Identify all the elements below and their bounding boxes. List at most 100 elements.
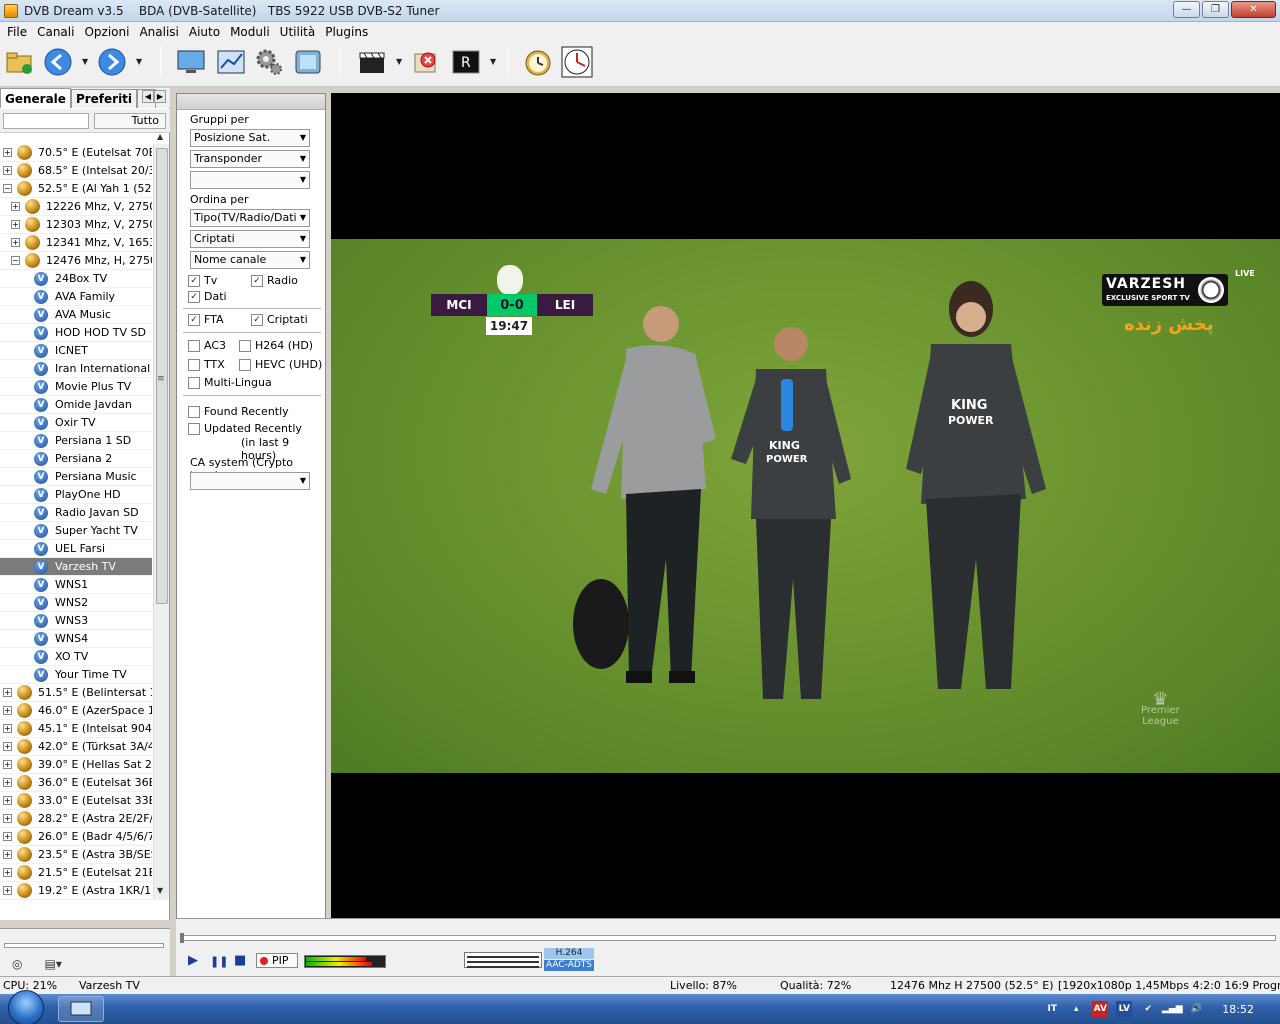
back-dropdown-icon[interactable]: ▼ xyxy=(82,57,88,66)
expand-toggle-icon[interactable]: + xyxy=(3,742,12,751)
channel-item[interactable]: V HOD HOD TV SD xyxy=(0,324,152,342)
expand-toggle-icon[interactable]: + xyxy=(11,238,20,247)
video-display[interactable]: MCI 0-0 LEI 19:47 VARZESH EXCLUSIVE SPOR… xyxy=(331,93,1280,918)
channel-item[interactable]: V Iran International xyxy=(0,360,152,378)
menu-utilita[interactable]: Utilità xyxy=(275,25,321,39)
expand-toggle-icon[interactable]: + xyxy=(11,220,20,229)
minimize-button[interactable]: — xyxy=(1173,1,1200,18)
satellite-item[interactable]: +42.0° E (Türksat 3A/4A ( xyxy=(0,738,152,756)
volume-icon[interactable]: 🔊 xyxy=(1188,1001,1204,1017)
expand-toggle-icon[interactable]: − xyxy=(3,184,12,193)
clapper-dropdown-icon[interactable]: ▼ xyxy=(396,57,402,66)
channel-item[interactable]: V Your Time TV xyxy=(0,666,152,684)
menu-moduli[interactable]: Moduli xyxy=(225,25,275,39)
channel-item[interactable]: V WNS4 xyxy=(0,630,152,648)
seek-bar[interactable] xyxy=(180,935,1276,941)
channel-item[interactable]: V Omide Javdan xyxy=(0,396,152,414)
back-icon[interactable] xyxy=(42,46,74,78)
found-recently-checkbox[interactable]: Found Recently xyxy=(188,405,289,418)
channel-search-input[interactable] xyxy=(3,113,89,129)
scroll-up-icon[interactable]: ▲ xyxy=(157,132,163,141)
channel-item[interactable]: V Varzesh TV xyxy=(0,558,152,576)
ca-system-select[interactable]: ▼ xyxy=(190,472,310,490)
satellite-item[interactable]: − 52.5° E (Al Yah 1 (52.5E xyxy=(0,180,152,198)
expand-toggle-icon[interactable]: + xyxy=(3,706,12,715)
record-r-icon[interactable]: R xyxy=(450,46,482,78)
satellite-item[interactable]: +23.5° E (Astra 3B/SES 1 xyxy=(0,846,152,864)
expand-toggle-icon[interactable]: + xyxy=(3,148,12,157)
tree-scrollbar[interactable]: ▲ ≡ ▼ xyxy=(153,132,169,900)
satellite-item[interactable]: +46.0° E (AzerSpace 1/A xyxy=(0,702,152,720)
channel-item[interactable]: V Persiana 1 SD xyxy=(0,432,152,450)
layout-dropdown-icon[interactable]: ▤▾ xyxy=(44,957,61,971)
transponder-item[interactable]: +12226 Mhz, V, 27500 xyxy=(0,198,152,216)
expand-toggle-icon[interactable]: + xyxy=(3,868,12,877)
dati-checkbox[interactable]: ✓ Dati xyxy=(188,290,227,303)
settings-gear-icon[interactable] xyxy=(253,46,285,78)
expand-toggle-icon[interactable]: + xyxy=(3,760,12,769)
ttx-checkbox[interactable]: TTX xyxy=(188,358,225,371)
satellite-item[interactable]: +36.0° E (Eutelsat 36B/Ex xyxy=(0,774,152,792)
expand-toggle-icon[interactable]: + xyxy=(3,832,12,841)
channel-item[interactable]: V Oxir TV xyxy=(0,414,152,432)
channel-item[interactable]: V Persiana 2 xyxy=(0,450,152,468)
channel-item[interactable]: V XO TV xyxy=(0,648,152,666)
seek-knob[interactable] xyxy=(180,933,184,943)
pip-button[interactable]: PIP xyxy=(256,953,298,968)
scan-cancel-icon[interactable] xyxy=(410,46,442,78)
maximize-button[interactable]: ❐ xyxy=(1202,1,1229,18)
satellite-item[interactable]: +26.0° E (Badr 4/5/6/7 (26 xyxy=(0,828,152,846)
expand-toggle-icon[interactable]: − xyxy=(11,256,20,265)
order-select-2[interactable]: Criptati ▼ xyxy=(190,230,310,248)
menu-aiuto[interactable]: Aiuto xyxy=(184,25,225,39)
satellite-item[interactable]: +33.0° E (Eutelsat 33E/Int xyxy=(0,792,152,810)
menu-file[interactable]: File xyxy=(2,25,32,39)
volume-slider[interactable] xyxy=(4,943,164,948)
satellite-item[interactable]: +70.5° E (Eutelsat 70B (7 xyxy=(0,144,152,162)
forward-icon[interactable] xyxy=(96,46,128,78)
satellite-item[interactable]: +39.0° E (Hellas Sat 2/3 ( xyxy=(0,756,152,774)
stop-button[interactable]: ■ xyxy=(234,953,246,968)
satellite-item[interactable]: +28.2° E (Astra 2E/2F/2G xyxy=(0,810,152,828)
play-button[interactable]: ▶ xyxy=(188,953,198,968)
clock[interactable]: 18:52 xyxy=(1222,1003,1254,1016)
multilingua-checkbox[interactable]: Multi-Lingua xyxy=(188,376,272,389)
tab-preferiti[interactable]: Preferiti xyxy=(70,89,138,108)
expand-toggle-icon[interactable]: + xyxy=(3,886,12,895)
fta-checkbox[interactable]: ✓ FTA xyxy=(188,313,224,326)
timer-clock-icon[interactable] xyxy=(522,46,554,78)
open-folder-icon[interactable] xyxy=(4,46,36,78)
satellite-item[interactable]: +19.2° E (Astra 1KR/1L/1 xyxy=(0,882,152,900)
forward-dropdown-icon[interactable]: ▼ xyxy=(136,57,142,66)
expand-toggle-icon[interactable]: + xyxy=(3,166,12,175)
updated-recently-checkbox[interactable]: Updated Recently xyxy=(188,422,302,435)
tray-arrow-icon[interactable]: ▴ xyxy=(1068,1001,1084,1017)
chart-window-icon[interactable] xyxy=(215,46,247,78)
ac3-checkbox[interactable]: AC3 xyxy=(188,339,226,352)
satellite-item[interactable]: +68.5° E (Intelsat 20/36 (6 xyxy=(0,162,152,180)
channel-item[interactable]: V 24Box TV xyxy=(0,270,152,288)
h264-checkbox[interactable]: H264 (HD) xyxy=(239,339,313,352)
satellite-item[interactable]: +21.5° E (Eutelsat 21B/Hy xyxy=(0,864,152,882)
channel-item[interactable]: V AVA Music xyxy=(0,306,152,324)
tab-generale[interactable]: Generale xyxy=(0,88,71,108)
menu-opzioni[interactable]: Opzioni xyxy=(79,25,134,39)
tv-checkbox[interactable]: ✓ Tv xyxy=(188,274,217,287)
group-select-1[interactable]: Posizione Sat. ▼ xyxy=(190,129,310,147)
scroll-down-icon[interactable]: ▼ xyxy=(157,886,163,895)
record-dropdown-icon[interactable]: ▼ xyxy=(490,57,496,66)
channel-item[interactable]: V ICNET xyxy=(0,342,152,360)
start-button[interactable] xyxy=(8,990,44,1024)
network-check-icon[interactable]: ✔ xyxy=(1140,1001,1156,1017)
tab-scroll-left-icon[interactable]: ◀ xyxy=(142,90,154,103)
expand-toggle-icon[interactable]: + xyxy=(3,850,12,859)
tv-screen-icon[interactable] xyxy=(292,46,324,78)
expand-toggle-icon[interactable]: + xyxy=(3,796,12,805)
epg-clock-icon[interactable] xyxy=(561,46,593,78)
group-select-2[interactable]: Transponder ▼ xyxy=(190,150,310,168)
menu-canali[interactable]: Canali xyxy=(32,25,79,39)
order-select-1[interactable]: Tipo(TV/Radio/Dati ▼ xyxy=(190,209,310,227)
expand-toggle-icon[interactable]: + xyxy=(3,814,12,823)
expand-toggle-icon[interactable]: + xyxy=(11,202,20,211)
satellite-item[interactable]: +51.5° E (Belintersat 1 (5 xyxy=(0,684,152,702)
